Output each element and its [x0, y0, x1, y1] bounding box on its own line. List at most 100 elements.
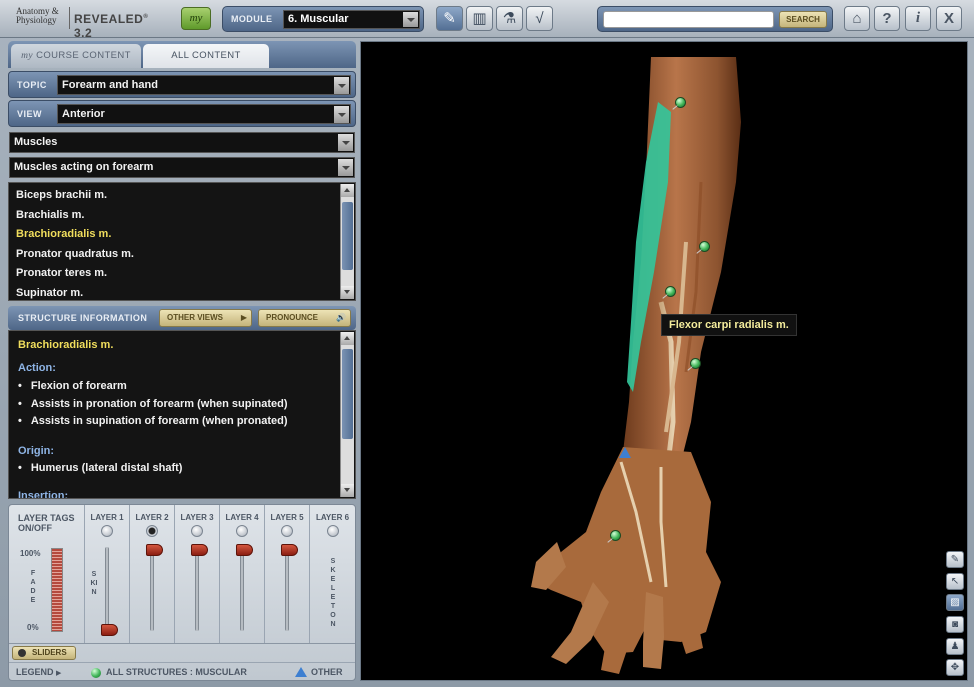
search-group: SEARCH	[597, 6, 833, 32]
microscope-button[interactable]: ⚗	[496, 6, 523, 31]
search-input[interactable]	[603, 11, 774, 28]
module-dropdown[interactable]: 6. Muscular	[283, 10, 420, 29]
structure-group-dropdown[interactable]: Muscles acting on forearm	[9, 157, 355, 178]
other-marker-icon	[295, 667, 307, 677]
origin-item: • Humerus (lateral distal shaft)	[18, 462, 183, 474]
layer-1-column: LAYER 1 SKIN	[84, 505, 129, 643]
list-item[interactable]: Pronator quadratus m.	[16, 248, 134, 260]
view-dropdown[interactable]: Anterior	[57, 104, 351, 124]
scroll-thumb[interactable]	[342, 202, 353, 270]
move-icon: ✥	[950, 662, 960, 673]
pen-tool-button[interactable]: ✎	[436, 6, 463, 31]
structure-pin[interactable]	[690, 358, 701, 369]
structure-group-value: Muscles acting on forearm	[14, 161, 154, 173]
layer-3-slider-thumb[interactable]	[191, 544, 208, 556]
structure-pin[interactable]	[610, 530, 621, 541]
structure-type-dropdown[interactable]: Muscles	[9, 132, 355, 153]
view-value: Anterior	[62, 108, 105, 120]
scroll-up-icon[interactable]	[341, 332, 354, 345]
close-button[interactable]: X	[936, 6, 962, 31]
film-button[interactable]: ▥	[466, 6, 493, 31]
topic-dropdown[interactable]: Forearm and hand	[57, 75, 351, 95]
forearm-hand-illustration	[531, 57, 741, 674]
origin-text: Humerus (lateral distal shaft)	[30, 462, 183, 474]
microscope-icon: ⚗	[502, 10, 517, 27]
layer-4-slider-thumb[interactable]	[236, 544, 253, 556]
layer-2-toggle[interactable]	[146, 525, 158, 537]
list-item[interactable]: Biceps brachii m.	[16, 189, 107, 201]
search-button[interactable]: SEARCH	[779, 11, 827, 28]
structure-pin[interactable]	[675, 97, 686, 108]
legend-label: LEGEND	[16, 667, 54, 677]
chevron-down-icon	[338, 134, 353, 151]
play-icon: ▶	[56, 670, 62, 677]
info-button[interactable]: i	[905, 6, 931, 31]
layer-2-slider-thumb[interactable]	[146, 544, 163, 556]
move-tool-button[interactable]: ✥	[946, 659, 964, 676]
close-icon: X	[943, 10, 954, 27]
tab-my-course-content[interactable]: my COURSE CONTENT	[11, 44, 141, 68]
action-item: • Assists in supination of forearm (when …	[18, 415, 288, 427]
list-item[interactable]: Brachialis m.	[16, 209, 84, 221]
list-item[interactable]: Pronator teres m.	[16, 267, 107, 279]
pronounce-label: PRONOUNCE	[266, 313, 319, 322]
hatch-tool-button[interactable]: ▨	[946, 594, 964, 611]
structure-info-label: STRUCTURE INFORMATION	[18, 313, 148, 323]
module-value: 6. Muscular	[288, 13, 349, 25]
action-item: • Flexion of forearm	[18, 380, 127, 392]
hatch-icon: ▨	[950, 597, 960, 608]
content-tabs: my COURSE CONTENT ALL CONTENT	[8, 41, 356, 68]
layer-1-toggle[interactable]	[101, 525, 113, 537]
pen-tool-button[interactable]: ✎	[946, 551, 964, 568]
structure-pin[interactable]	[665, 286, 676, 297]
action-text: Flexion of forearm	[30, 380, 127, 392]
module-label: MODULE	[231, 14, 273, 24]
layer-5-slider-thumb[interactable]	[281, 544, 298, 556]
play-icon: ▶	[240, 313, 247, 322]
other-views-button[interactable]: OTHER VIEWS ▶	[159, 309, 252, 327]
anatomy-viewer[interactable]: Flexor carpi radialis m. ✎ ↖ ▨ ◙ ♟ ✥	[360, 41, 968, 681]
pronounce-button[interactable]: PRONOUNCE 🔊	[258, 309, 351, 327]
layer-tags-toggle[interactable]: LAYER TAGS ON/OFF	[18, 513, 80, 533]
logo-version: 3.2	[74, 26, 93, 40]
logo-divider	[69, 7, 70, 29]
list-item-selected[interactable]: Brachioradialis m.	[16, 228, 111, 240]
sliders-button[interactable]: SLIDERS	[12, 646, 76, 660]
pointer-tool-button[interactable]: ↖	[946, 573, 964, 590]
pin-tool-button[interactable]: ♟	[946, 638, 964, 655]
structure-type-value: Muscles	[14, 136, 58, 148]
info-icon: i	[915, 10, 921, 26]
camera-icon: ◙	[951, 619, 959, 630]
skeleton-label: SKELETON	[330, 558, 336, 628]
layer-3-toggle[interactable]	[191, 525, 203, 537]
speaker-icon: 🔊	[336, 313, 346, 322]
info-scrollbar[interactable]	[340, 332, 354, 497]
layer-1-slider-thumb[interactable]	[101, 624, 118, 636]
legend-all-structures: ALL STRUCTURES : MUSCULAR	[106, 667, 247, 677]
topic-value: Forearm and hand	[62, 79, 158, 91]
scroll-up-icon[interactable]	[341, 184, 354, 197]
legend-toggle[interactable]: LEGEND ▶	[16, 663, 61, 683]
list-item[interactable]: Supinator m.	[16, 287, 83, 299]
layer-5-track	[285, 547, 289, 631]
structure-pin[interactable]	[699, 241, 710, 252]
scroll-down-icon[interactable]	[341, 286, 354, 299]
fade-slider[interactable]	[51, 548, 63, 632]
help-button[interactable]: ?	[874, 6, 900, 31]
pointer-icon: ↖	[950, 576, 960, 587]
layer-6-column: LAYER 6 SKELETON	[309, 505, 355, 643]
scroll-thumb[interactable]	[342, 349, 353, 439]
quiz-button[interactable]: √	[526, 6, 553, 31]
list-scrollbar[interactable]	[340, 184, 354, 299]
home-button[interactable]: ⌂	[844, 6, 870, 31]
scroll-down-icon[interactable]	[341, 484, 354, 497]
other-marker[interactable]	[619, 447, 631, 458]
layer-5-toggle[interactable]	[281, 525, 293, 537]
tab-all-content[interactable]: ALL CONTENT	[143, 44, 269, 68]
layer-2-column: LAYER 2	[129, 505, 174, 643]
camera-tool-button[interactable]: ◙	[946, 616, 964, 633]
layer-4-toggle[interactable]	[236, 525, 248, 537]
insertion-heading: Insertion:	[18, 490, 69, 499]
layer-6-toggle[interactable]	[326, 525, 339, 537]
my-button[interactable]: my	[181, 7, 211, 30]
